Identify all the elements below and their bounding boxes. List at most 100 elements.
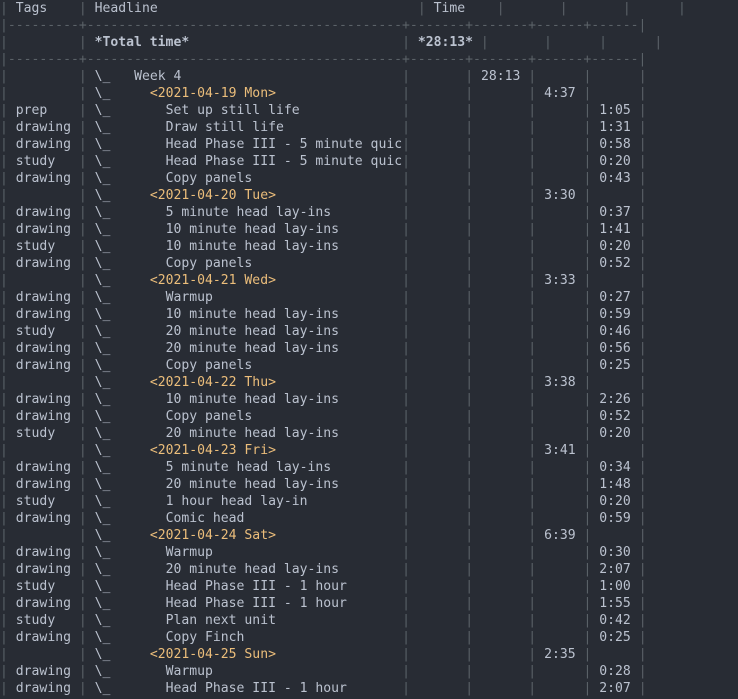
day-time-cell: [544, 562, 583, 577]
col-headline-header: Headline: [94, 1, 158, 16]
tag-cell: drawing: [15, 562, 79, 577]
tag-cell: [16, 86, 79, 101]
time-cell: [418, 392, 465, 407]
week-time-cell: [481, 273, 528, 288]
headline-cell: Copy panels: [165, 256, 403, 271]
week-time-cell: [481, 290, 528, 305]
day-time-cell: [544, 477, 583, 492]
task-time-cell: [599, 86, 638, 101]
time-cell: [418, 409, 465, 424]
week-time-cell: [481, 239, 528, 254]
headline-cell: Draw still life: [165, 120, 403, 135]
date-row: | | \_ <2021-04-19 Mon> | | | 4:37 | |: [0, 86, 647, 101]
week-time-cell: [481, 494, 528, 509]
day-time-cell: [544, 426, 583, 441]
headline-cell: Plan next unit: [165, 613, 403, 628]
tag-cell: drawing: [15, 205, 79, 220]
week-time-cell: [481, 222, 528, 237]
time-cell: [418, 664, 465, 679]
week-time-cell: [481, 86, 528, 101]
tag-cell: prep: [15, 103, 79, 118]
time-cell: [418, 681, 465, 696]
task-time-cell: 0:25: [599, 358, 639, 373]
col-tags-header: Tags: [15, 1, 48, 16]
headline-cell: 5 minute head lay-ins: [165, 460, 403, 475]
time-cell: [418, 528, 465, 543]
task-time-cell: [599, 69, 638, 84]
day-time-cell: 3:30: [544, 188, 584, 203]
tag-cell: [16, 528, 79, 543]
time-cell: [418, 358, 465, 373]
headline-cell: Head Phase III - 1 hour: [165, 579, 403, 594]
task-row: | drawing | \_ 20 minute head lay-ins | …: [0, 562, 647, 577]
headline-cell: 5 minute head lay-ins: [165, 205, 403, 220]
headline-cell: 20 minute head lay-ins: [165, 562, 403, 577]
day-time-cell: [544, 630, 583, 645]
week-time-cell: [481, 171, 528, 186]
time-cell: [418, 171, 465, 186]
week-time-cell: [481, 647, 528, 662]
week-time-cell: [481, 630, 528, 645]
date-row: | | \_ <2021-04-23 Fri> | | | 3:41 | |: [0, 443, 647, 458]
day-time-cell: 2:35: [544, 647, 584, 662]
day-time-cell: [544, 358, 583, 373]
day-time-cell: [544, 511, 583, 526]
week-time-cell: [481, 511, 528, 526]
task-time-cell: 0:46: [599, 324, 639, 339]
time-cell: [418, 494, 465, 509]
task-row: | study | \_ Head Phase III - 1 hour | |…: [0, 579, 647, 594]
day-time-cell: [544, 664, 583, 679]
task-time-cell: 1:31: [599, 120, 639, 135]
headline-cell: Head Phase III - 1 hour: [165, 596, 403, 611]
col-time-header: Time: [433, 1, 466, 16]
time-cell: [418, 69, 465, 84]
headline-cell: <2021-04-24 Sat>: [149, 528, 403, 543]
date-row: | | \_ <2021-04-24 Sat> | | | 6:39 | |: [0, 528, 647, 543]
tag-cell: [16, 443, 79, 458]
week-time-cell: [481, 358, 528, 373]
headline-cell: Copy panels: [165, 409, 403, 424]
headline-cell: 20 minute head lay-ins: [165, 324, 403, 339]
date-row: | | \_ <2021-04-25 Sun> | | | 2:35 | |: [0, 647, 647, 662]
task-time-cell: 0:56: [599, 341, 639, 356]
task-row: | drawing | \_ Copy Finch | | | | 0:25 |: [0, 630, 647, 645]
headline-cell: Set up still life: [165, 103, 403, 118]
time-cell: [418, 154, 465, 169]
time-cell: [418, 443, 465, 458]
task-time-cell: 0:52: [599, 256, 639, 271]
tag-cell: [16, 188, 79, 203]
time-cell: [418, 630, 465, 645]
task-time-cell: 1:05: [599, 103, 639, 118]
task-time-cell: 0:20: [599, 239, 639, 254]
task-time-cell: 0:52: [599, 409, 639, 424]
day-time-cell: [544, 341, 583, 356]
task-time-cell: 0:30: [599, 545, 639, 560]
task-time-cell: 2:07: [599, 562, 639, 577]
week-time-cell: [481, 443, 528, 458]
week-time-cell: [481, 477, 528, 492]
task-time-cell: 0:34: [599, 460, 639, 475]
headline-cell: Warmup: [165, 664, 403, 679]
task-time-cell: 0:27: [599, 290, 639, 305]
headline-cell: <2021-04-25 Sun>: [149, 647, 403, 662]
total-time: *28:13*: [417, 35, 474, 50]
task-row: | study | \_ 20 minute head lay-ins | | …: [0, 426, 647, 441]
tag-cell: drawing: [15, 171, 79, 186]
headline-cell: <2021-04-20 Tue>: [149, 188, 403, 203]
time-cell: [418, 477, 465, 492]
task-time-cell: 0:59: [599, 307, 639, 322]
tag-cell: drawing: [15, 256, 79, 271]
date-row: | | \_ <2021-04-22 Thu> | | | 3:38 | |: [0, 375, 647, 390]
time-cell: [418, 290, 465, 305]
headline-cell: 10 minute head lay-ins: [165, 222, 403, 237]
day-time-cell: [544, 154, 583, 169]
task-row: | study | \_ Head Phase III - 5 minute q…: [0, 154, 647, 169]
headline-cell: Warmup: [165, 290, 403, 305]
headline-cell: <2021-04-21 Wed>: [149, 273, 403, 288]
day-time-cell: 3:33: [544, 273, 584, 288]
time-cell: [418, 613, 465, 628]
tag-cell: drawing: [15, 477, 79, 492]
headline-cell: Week 4: [134, 69, 403, 84]
week-time-cell: [481, 528, 528, 543]
week-row: | | \_ Week 4 | | 28:13 | | |: [0, 69, 647, 84]
